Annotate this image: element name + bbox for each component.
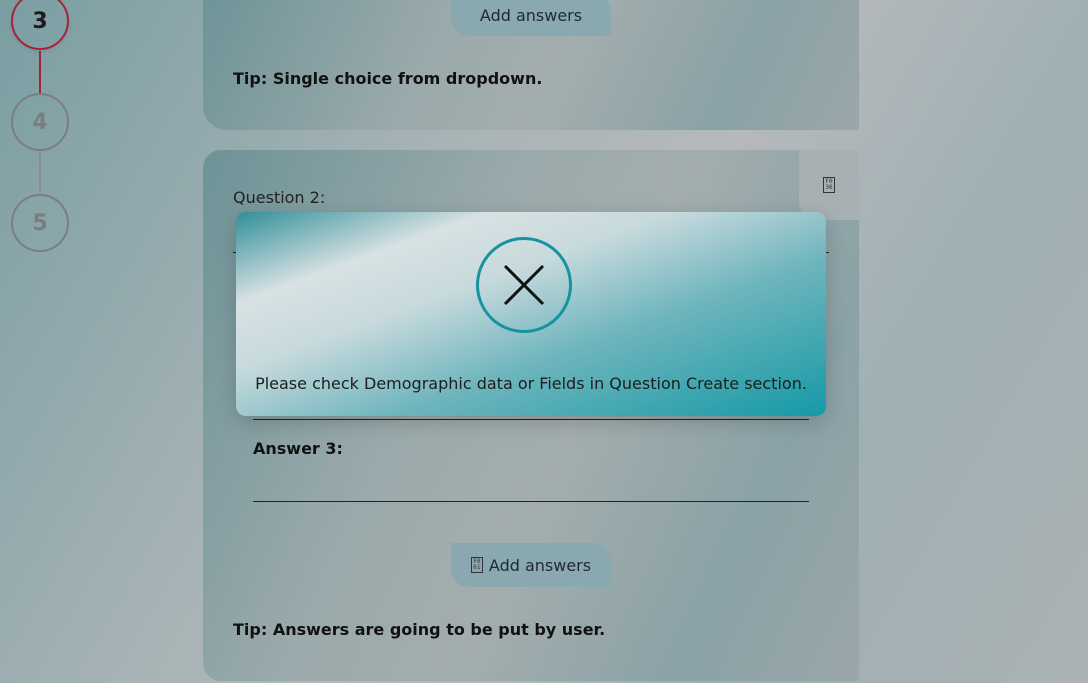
error-message: Please check Demographic data or Fields …	[255, 374, 807, 393]
step-3[interactable]: 3	[11, 0, 69, 50]
add-answers-label: Add answers	[488, 555, 592, 575]
error-modal: Please check Demographic data or Fields …	[236, 212, 826, 416]
progress-stepper: 3 4 5	[0, 0, 120, 683]
step-4[interactable]: 4	[11, 93, 69, 151]
add-answers-button[interactable]: Add answers	[451, 0, 611, 36]
remove-question-button[interactable]: F0 36	[799, 150, 859, 220]
step-number: 4	[32, 109, 48, 135]
answer-label: Answer 3:	[253, 439, 343, 458]
tip-text: Tip: Answers are going to be put by user…	[233, 620, 606, 639]
add-answers-label: Add answers	[479, 5, 583, 25]
step-connector-3-4	[39, 51, 41, 93]
step-5[interactable]: 5	[11, 194, 69, 252]
step-number: 5	[32, 210, 48, 236]
add-answers-button[interactable]: F0 61 Add answers	[451, 543, 611, 587]
answer-3-input[interactable]	[253, 501, 809, 502]
error-x-icon	[476, 237, 572, 333]
step-number: 3	[32, 8, 48, 34]
question-label: Question 2:	[233, 188, 326, 207]
question-1-card: Add answers Tip: Single choice from drop…	[203, 0, 859, 130]
step-connector-4-5	[39, 152, 41, 194]
fo36-glyph-icon: F0 36	[823, 177, 835, 193]
fo61-glyph-icon: F0 61	[470, 557, 483, 573]
answer-2-underline[interactable]	[253, 419, 809, 420]
tip-text: Tip: Single choice from dropdown.	[233, 69, 543, 88]
